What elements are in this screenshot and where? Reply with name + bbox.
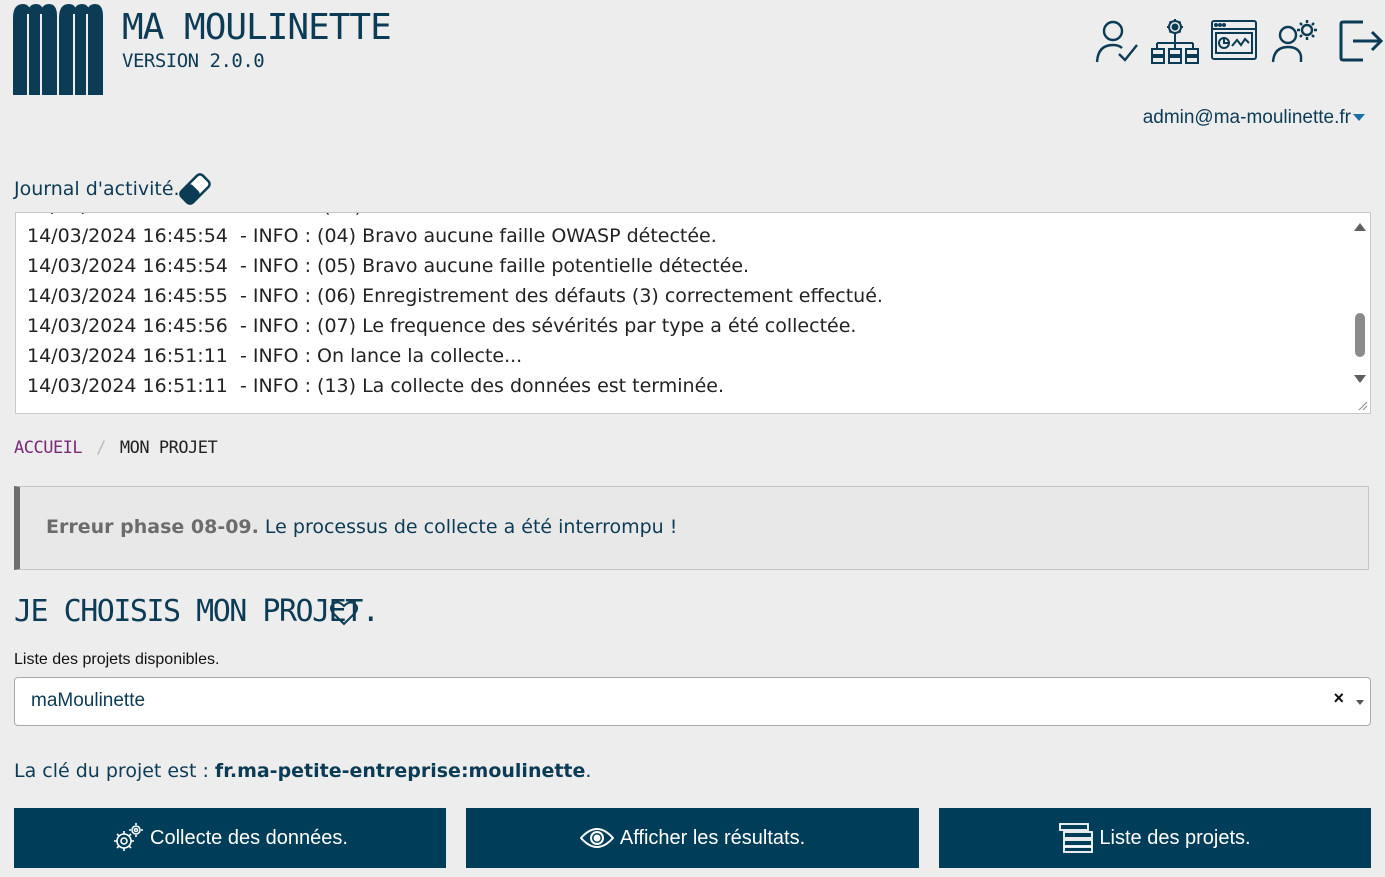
resize-grip-icon[interactable] bbox=[1356, 399, 1368, 411]
activity-log[interactable]: 14/03/2024 16:45:53 - INFO : (03) 100 ré… bbox=[15, 212, 1371, 414]
log-line: 14/03/2024 16:45:54 - INFO : (04) Bravo … bbox=[27, 225, 717, 247]
alert-message: Le processus de collecte a été interromp… bbox=[258, 516, 678, 538]
chevron-down-icon[interactable] bbox=[1356, 700, 1364, 705]
app-version: VERSION 2.0.0 bbox=[122, 50, 265, 72]
eraser-icon[interactable] bbox=[178, 172, 212, 206]
eye-icon bbox=[579, 828, 614, 848]
breadcrumb-separator: / bbox=[96, 438, 106, 458]
error-alert: Erreur phase 08-09. Le processus de coll… bbox=[14, 486, 1369, 570]
scroll-down-icon[interactable] bbox=[1354, 375, 1366, 383]
log-line: 14/03/2024 16:45:55 - INFO : (06) Enregi… bbox=[27, 285, 883, 307]
project-key-value: fr.ma-petite-entreprise:moulinette bbox=[214, 760, 586, 782]
show-results-label: Afficher les résultats. bbox=[619, 826, 806, 849]
log-scrollbar[interactable] bbox=[1350, 213, 1370, 413]
activity-log-lines: 14/03/2024 16:45:53 - INFO : (03) 100 ré… bbox=[27, 213, 883, 401]
user-menu[interactable]: admin@ma-moulinette.fr bbox=[1143, 107, 1365, 129]
list-icon bbox=[1059, 823, 1094, 853]
project-select-value: maMoulinette bbox=[31, 690, 146, 711]
project-list-label-btn: Liste des projets. bbox=[1099, 826, 1251, 849]
journal-title: Journal d'activité. bbox=[14, 178, 180, 200]
dashboard-icon[interactable] bbox=[1210, 18, 1258, 64]
scroll-up-icon[interactable] bbox=[1354, 223, 1366, 231]
breadcrumb-current: MON PROJET bbox=[119, 438, 218, 458]
scroll-thumb[interactable] bbox=[1355, 313, 1365, 357]
logout-icon[interactable] bbox=[1337, 18, 1385, 64]
gears-icon bbox=[114, 823, 144, 851]
collect-data-label: Collecte des données. bbox=[150, 826, 348, 849]
project-list-button[interactable]: Liste des projets. bbox=[939, 808, 1371, 868]
caret-down-icon bbox=[1353, 114, 1365, 122]
show-results-button[interactable]: Afficher les résultats. bbox=[466, 808, 919, 868]
app-logo bbox=[13, 4, 103, 95]
organization-icon[interactable] bbox=[1151, 18, 1199, 64]
project-list-label: Liste des projets disponibles. bbox=[14, 651, 220, 668]
project-key: La clé du projet est : fr.ma-petite-entr… bbox=[14, 760, 591, 782]
log-line: 14/03/2024 16:45:54 - INFO : (05) Bravo … bbox=[27, 255, 750, 277]
project-key-suffix: . bbox=[585, 760, 592, 782]
log-line: 14/03/2024 16:45:53 - INFO : (03) 100 ré… bbox=[27, 213, 883, 221]
user-email: admin@ma-moulinette.fr bbox=[1142, 107, 1351, 128]
log-line: 14/03/2024 16:51:11 - INFO : On lance la… bbox=[27, 345, 523, 367]
log-line: 14/03/2024 16:51:11 - INFO : (13) La col… bbox=[27, 375, 725, 397]
app-title: MA MOULINETTE bbox=[122, 7, 392, 48]
user-check-icon[interactable] bbox=[1093, 18, 1141, 64]
collect-data-button[interactable]: Collecte des données. bbox=[14, 808, 446, 868]
alert-title: Erreur phase 08-09. bbox=[46, 516, 259, 538]
breadcrumb-home[interactable]: ACCUEIL bbox=[14, 438, 83, 458]
breadcrumb: ACCUEIL / MON PROJET bbox=[14, 438, 218, 458]
clear-selection-icon[interactable]: × bbox=[1333, 688, 1344, 709]
heart-icon bbox=[330, 601, 358, 626]
project-key-prefix: La clé du projet est : bbox=[14, 760, 215, 782]
section-title: JE CHOISIS MON PROJET. bbox=[14, 594, 380, 629]
user-settings-icon[interactable] bbox=[1271, 18, 1319, 64]
project-select[interactable]: maMoulinette × bbox=[14, 677, 1371, 726]
log-line: 14/03/2024 16:45:56 - INFO : (07) Le fre… bbox=[27, 315, 857, 337]
